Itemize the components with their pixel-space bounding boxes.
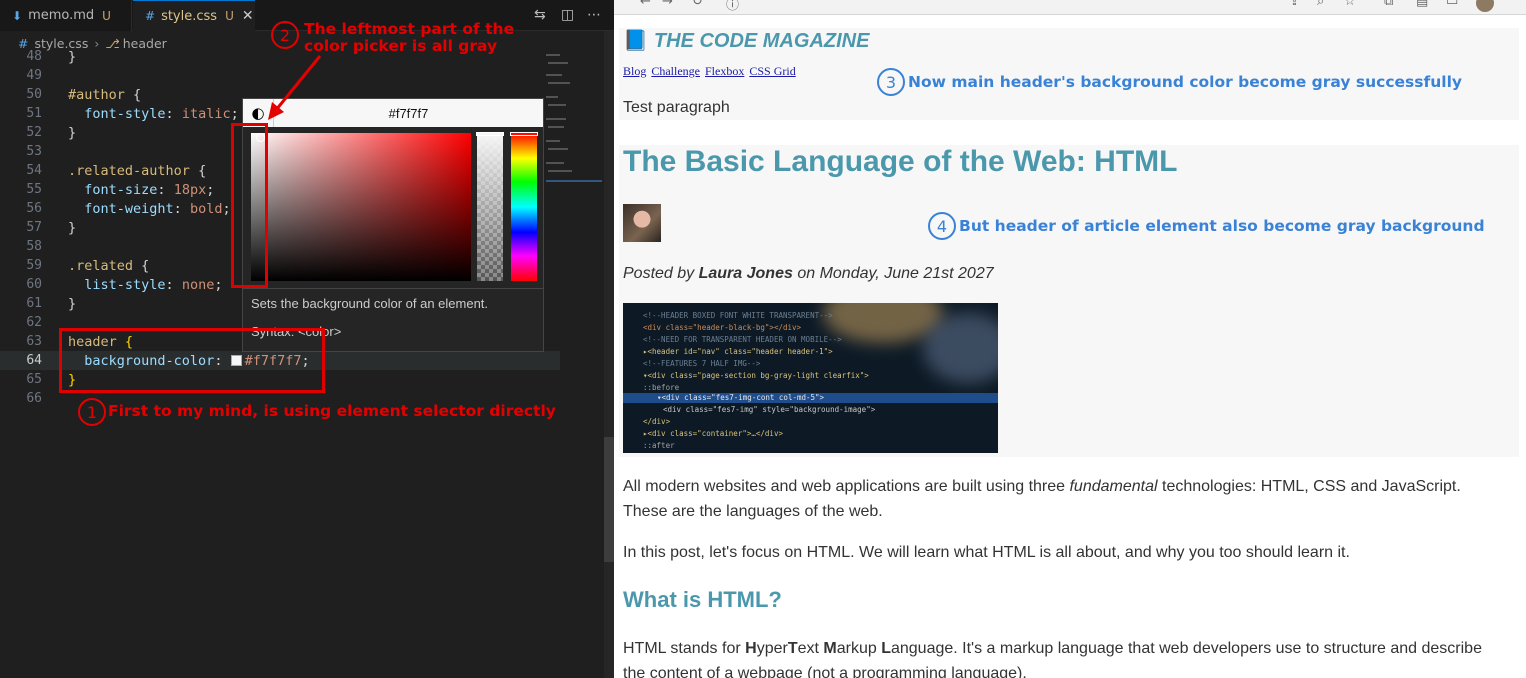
line-number: 65 xyxy=(26,372,42,387)
opacity-slider[interactable] xyxy=(476,132,504,281)
line-number: 64 xyxy=(26,353,42,368)
line-number: 59 xyxy=(26,258,42,273)
untracked-badge: U xyxy=(225,9,234,23)
line-number: 55 xyxy=(26,182,42,197)
paragraph-definition: HTML stands for HyperText Markup Languag… xyxy=(623,640,1482,678)
code-editor-pane: ⬇ memo.md U # style.css U ✕ ⇆ ◫ ⋯ # styl… xyxy=(0,0,614,678)
hue-slider[interactable] xyxy=(510,132,538,281)
source-control-compare-icon[interactable]: ⇆ xyxy=(534,7,546,23)
annotation-number: 1 xyxy=(78,398,106,426)
annotation-text: The leftmost part of the xyxy=(304,20,515,38)
code-text: list-style: none; xyxy=(84,276,223,293)
profile-avatar[interactable] xyxy=(1476,0,1494,12)
line-number: 57 xyxy=(26,220,42,235)
code-text: .related-author { xyxy=(68,162,207,179)
more-actions-icon[interactable]: ⋯ xyxy=(587,7,601,23)
nav-link-flexbox[interactable]: Flexbox xyxy=(705,64,744,78)
tab-search-icon[interactable]: ▤ xyxy=(1416,0,1428,9)
line-number: 50 xyxy=(26,87,42,102)
nav-link-css-grid[interactable]: CSS Grid xyxy=(749,64,795,78)
annotation-number: 4 xyxy=(928,212,956,240)
line-number: 53 xyxy=(26,144,42,159)
line-number: 62 xyxy=(26,315,42,330)
code-text: } xyxy=(68,48,77,65)
untracked-badge: U xyxy=(102,8,111,23)
sidebar-icon[interactable]: ▭ xyxy=(1446,0,1458,9)
line-number: 66 xyxy=(26,391,42,406)
author-name: Laura Jones xyxy=(698,265,793,282)
zoom-icon[interactable]: ⌕ xyxy=(1317,0,1324,9)
line-number: 56 xyxy=(26,201,42,216)
annotation-number: 2 xyxy=(271,21,299,49)
site-info-icon[interactable]: ⓘ xyxy=(726,0,739,13)
magazine-title: 📘 THE CODE MAGAZINE xyxy=(623,30,870,52)
annotation-text: Now main header's background color becom… xyxy=(908,73,1462,91)
article-header: The Basic Language of the Web: HTML Post… xyxy=(619,145,1519,457)
bookmark-star-icon[interactable]: ☆ xyxy=(1344,0,1356,9)
nav-links: Blog Challenge Flexbox CSS Grid xyxy=(623,64,798,79)
forward-icon[interactable]: → xyxy=(662,0,673,9)
back-icon[interactable]: ← xyxy=(640,0,651,9)
line-number: 51 xyxy=(26,106,42,121)
nav-link-challenge[interactable]: Challenge xyxy=(651,64,700,78)
post-title: The Basic Language of the Web: HTML xyxy=(623,145,1178,178)
code-text: font-size: 18px; xyxy=(84,181,215,198)
annotation-box-header-rule xyxy=(59,328,325,393)
line-number: 58 xyxy=(26,239,42,254)
annotation-number: 3 xyxy=(877,68,905,96)
line-number: 48 xyxy=(26,49,42,64)
tab-style-css[interactable]: # style.css U ✕ xyxy=(133,0,255,31)
annotation-arrow xyxy=(268,55,322,120)
property-description: Sets the background color of an element. xyxy=(251,296,489,311)
markdown-icon: ⬇ xyxy=(12,8,23,23)
scrollbar-thumb[interactable] xyxy=(604,437,614,562)
paragraph-focus: In this post, let's focus on HTML. We wi… xyxy=(623,544,1350,561)
opacity-slider-handle[interactable] xyxy=(476,132,504,136)
tab-memo-md[interactable]: ⬇ memo.md U xyxy=(0,0,132,31)
code-text: #author { xyxy=(68,86,142,103)
divider xyxy=(243,288,543,289)
test-paragraph: Test paragraph xyxy=(623,99,730,116)
code-text: } xyxy=(68,295,77,312)
line-number: 63 xyxy=(26,334,42,349)
annotation-text: But header of article element also becom… xyxy=(959,217,1485,235)
line-number: 49 xyxy=(26,68,42,83)
paragraph-intro: All modern websites and web applications… xyxy=(623,478,1461,520)
author-avatar xyxy=(623,204,661,242)
minimap[interactable] xyxy=(546,52,602,192)
tab-label: memo.md xyxy=(28,8,95,23)
css-hash-icon: # xyxy=(145,9,156,23)
code-text: } xyxy=(68,124,77,141)
code-text: font-style: italic; xyxy=(84,105,239,122)
scrollbar-track xyxy=(604,31,614,678)
close-icon[interactable]: ✕ xyxy=(242,8,254,24)
tab-label: style.css xyxy=(161,8,218,24)
line-number: 61 xyxy=(26,296,42,311)
annotation-text: First to my mind, is using element selec… xyxy=(108,402,556,420)
line-number: 60 xyxy=(26,277,42,292)
post-meta: Posted by Laura Jones on Monday, June 21… xyxy=(623,265,994,282)
extensions-icon[interactable]: ⧉ xyxy=(1384,0,1393,9)
browser-window: ← → ↻ ⓘ ⇪ ⌕ ☆ ⧉ ▤ ▭ 📘 THE CODE MAGAZINE B… xyxy=(614,0,1526,678)
annotation-box-picker-left xyxy=(231,123,268,288)
reload-icon[interactable]: ↻ xyxy=(692,0,703,9)
saturation-picker[interactable] xyxy=(251,133,471,281)
color-picker-popup: ◐ #f7f7f7 Sets the background color of a… xyxy=(242,98,544,352)
line-number: 54 xyxy=(26,163,42,178)
book-icon: 📘 xyxy=(623,30,648,52)
split-editor-icon[interactable]: ◫ xyxy=(561,7,574,23)
annotation-text: color picker is all gray xyxy=(304,37,498,55)
share-icon[interactable]: ⇪ xyxy=(1289,0,1300,9)
nav-link-blog[interactable]: Blog xyxy=(623,64,646,78)
section-heading: What is HTML? xyxy=(623,587,782,612)
code-text: } xyxy=(68,219,77,236)
post-cover-image: <!--HEADER BOXED FONT WHITE TRANSPARENT-… xyxy=(623,303,998,453)
code-text: .related { xyxy=(68,257,150,274)
browser-toolbar: ← → ↻ ⓘ ⇪ ⌕ ☆ ⧉ ▤ ▭ xyxy=(614,0,1526,15)
line-number: 52 xyxy=(26,125,42,140)
hue-slider-handle[interactable] xyxy=(510,132,538,136)
code-text: font-weight: bold; xyxy=(84,200,231,217)
